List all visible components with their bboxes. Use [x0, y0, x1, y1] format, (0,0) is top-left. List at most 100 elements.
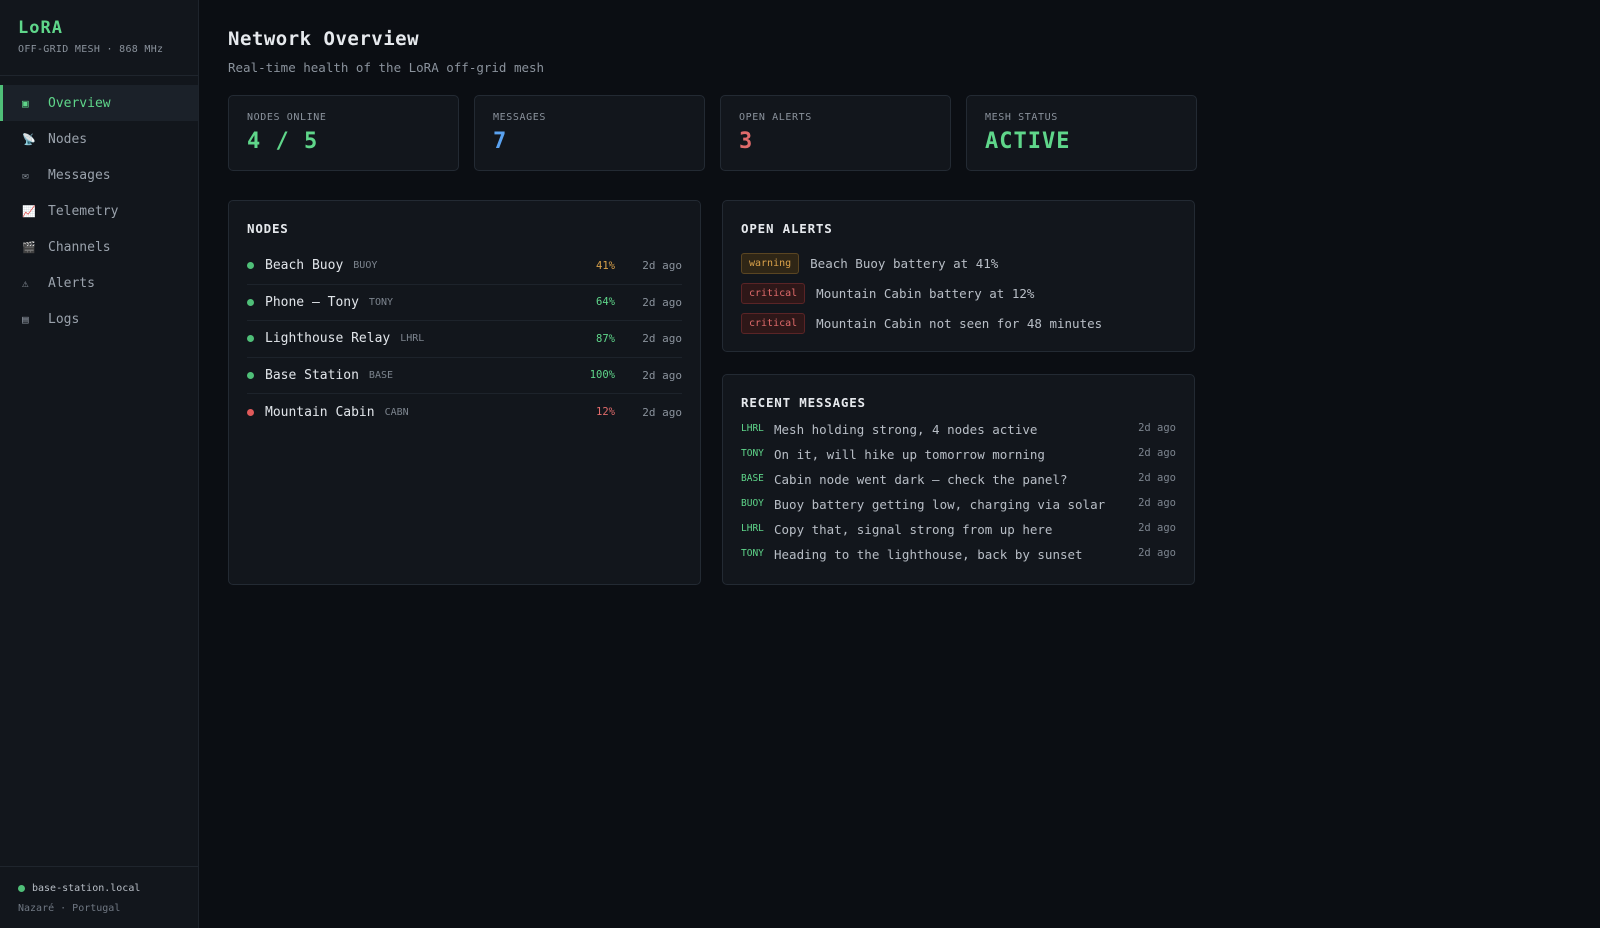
messages-list: LHRL Mesh holding strong, 4 nodes active 2…	[741, 422, 1176, 572]
message-time: 2d ago	[1138, 547, 1176, 559]
alert-row[interactable]: warning Beach Buoy battery at 41%	[741, 248, 1176, 278]
page-subtitle: Real-time health of the LoRA off-grid me…	[228, 60, 545, 75]
stat-card-open-alerts: OPEN ALERTS 3	[720, 95, 951, 171]
message-time: 2d ago	[1138, 472, 1176, 484]
sidebar-item-label: Logs	[48, 311, 80, 327]
stat-label: MESSAGES	[493, 112, 546, 123]
alert-row[interactable]: critical Mountain Cabin battery at 12%	[741, 278, 1176, 308]
node-name: Mountain Cabin	[265, 404, 375, 420]
node-row[interactable]: Base Station BASE 100% 2d ago	[247, 358, 682, 394]
alerts-panel-title: OPEN ALERTS	[741, 221, 833, 236]
sidebar-footer: base-station.local Nazaré · Portugal	[0, 866, 198, 928]
warning-icon: ⚠	[22, 276, 29, 290]
message-sender: TONY	[741, 448, 764, 459]
message-row[interactable]: TONY On it, will hike up tomorrow morning…	[741, 447, 1176, 472]
stat-value: 3	[739, 129, 754, 154]
stat-value: ACTIVE	[985, 129, 1071, 154]
node-battery: 64%	[596, 296, 615, 309]
message-sender: BASE	[741, 473, 764, 484]
node-row[interactable]: Mountain Cabin CABN 12% 2d ago	[247, 394, 682, 431]
sidebar-item-nodes[interactable]: 📡 Nodes	[0, 121, 198, 157]
node-battery: 41%	[596, 259, 615, 272]
message-row[interactable]: LHRL Copy that, signal strong from up her…	[741, 522, 1176, 547]
brand: LoRA OFF-GRID MESH · 868 MHz	[0, 0, 198, 76]
stat-label: MESH STATUS	[985, 112, 1058, 123]
node-code: LHRL	[400, 333, 425, 345]
stats-row: NODES ONLINE 4 / 5 MESSAGES 7 OPEN ALERTS 3 ME…	[228, 95, 1198, 171]
node-name: Beach Buoy	[265, 258, 344, 274]
message-time: 2d ago	[1138, 422, 1176, 434]
nodes-list: Beach Buoy BUOY 41% 2d ago Phone — Tony TONY 6…	[247, 248, 682, 431]
sidebar-item-telemetry[interactable]: 📈 Telemetry	[0, 193, 198, 229]
location-label: Nazaré · Portugal	[18, 903, 121, 914]
node-last-seen: 2d ago	[642, 259, 682, 273]
node-name: Base Station	[265, 367, 359, 383]
brand-title: LoRA	[18, 18, 63, 38]
node-battery: 87%	[596, 332, 615, 345]
message-row[interactable]: BASE Cabin node went dark — check the pan…	[741, 472, 1176, 497]
alert-text: Beach Buoy battery at 41%	[810, 255, 999, 271]
message-sender: BUOY	[741, 498, 764, 509]
overview-icon: ▣	[22, 96, 29, 110]
alerts-panel: OPEN ALERTS warning Beach Buoy battery at…	[722, 200, 1195, 352]
message-text: Copy that, signal strong from up here	[774, 522, 1053, 537]
node-status-dot	[247, 408, 254, 416]
node-row[interactable]: Beach Buoy BUOY 41% 2d ago	[247, 248, 682, 285]
node-code: TONY	[368, 296, 394, 308]
sidebar-item-label: Messages	[48, 167, 111, 183]
chart-icon: 📈	[22, 204, 36, 218]
sidebar-item-label: Nodes	[48, 131, 88, 147]
sidebar-nav: ▣ Overview 📡 Nodes ✉ Messages 📈 Telemetry 🎬 Chann…	[0, 85, 198, 337]
node-status-dot	[247, 335, 254, 343]
sidebar-item-messages[interactable]: ✉ Messages	[0, 157, 198, 193]
message-row[interactable]: TONY Heading to the lighthouse, back by s…	[741, 547, 1176, 572]
node-status-dot	[247, 262, 254, 270]
message-sender: LHRL	[741, 523, 764, 534]
stat-card-messages: MESSAGES 7	[474, 95, 705, 171]
message-time: 2d ago	[1138, 447, 1176, 459]
node-code: BUOY	[353, 260, 378, 272]
alert-severity-badge: critical	[741, 312, 806, 334]
messages-panel: RECENT MESSAGES LHRL Mesh holding strong,…	[722, 374, 1195, 585]
messages-panel-title: RECENT MESSAGES	[741, 395, 866, 410]
message-text: On it, will hike up tomorrow morning	[774, 447, 1045, 462]
stat-value: 7	[493, 129, 508, 154]
message-row[interactable]: LHRL Mesh holding strong, 4 nodes active 2…	[741, 422, 1176, 447]
message-time: 2d ago	[1138, 497, 1176, 509]
host-name: base-station.local	[32, 883, 141, 894]
message-sender: LHRL	[741, 423, 764, 434]
sidebar-item-channels[interactable]: 🎬 Channels	[0, 229, 198, 265]
satellite-dish-icon: 📡	[22, 132, 36, 146]
message-time: 2d ago	[1138, 522, 1176, 534]
node-last-seen: 2d ago	[642, 295, 682, 309]
stat-value: 4 / 5	[247, 129, 319, 154]
sidebar-item-alerts[interactable]: ⚠ Alerts	[0, 265, 198, 301]
node-code: BASE	[368, 369, 394, 381]
alert-text: Mountain Cabin battery at 12%	[816, 285, 1035, 301]
sidebar: LoRA OFF-GRID MESH · 868 MHz ▣ Overview 📡 N…	[0, 0, 199, 928]
message-row[interactable]: BUOY Buoy battery getting low, charging v…	[741, 497, 1176, 522]
alert-text: Mountain Cabin not seen for 48 minutes	[816, 315, 1103, 331]
sidebar-item-label: Channels	[48, 239, 111, 255]
stat-label: NODES ONLINE	[247, 112, 327, 123]
sidebar-item-overview[interactable]: ▣ Overview	[0, 85, 198, 121]
message-text: Heading to the lighthouse, back by sunse…	[774, 547, 1083, 562]
sidebar-item-logs[interactable]: ▤ Logs	[0, 301, 198, 337]
online-status-dot	[18, 885, 25, 892]
sidebar-item-label: Overview	[48, 95, 111, 111]
stat-card-nodes-online: NODES ONLINE 4 / 5	[228, 95, 459, 171]
host-status: base-station.local	[18, 883, 180, 894]
node-battery: 100%	[589, 369, 615, 382]
message-text: Cabin node went dark — check the panel?	[774, 472, 1068, 487]
node-status-dot	[247, 371, 254, 379]
alert-row[interactable]: critical Mountain Cabin not seen for 48 m…	[741, 308, 1176, 338]
message-sender: TONY	[741, 548, 764, 559]
alerts-list: warning Beach Buoy battery at 41% critical…	[741, 248, 1176, 338]
nodes-panel: NODES Beach Buoy BUOY 41% 2d ago Phone — Ton…	[228, 200, 701, 585]
envelope-icon: ✉	[22, 168, 29, 182]
node-row[interactable]: Lighthouse Relay LHRL 87% 2d ago	[247, 321, 682, 358]
sidebar-item-label: Alerts	[48, 275, 95, 291]
alert-severity-badge: warning	[741, 252, 800, 274]
node-row[interactable]: Phone — Tony TONY 64% 2d ago	[247, 285, 682, 321]
alert-severity-badge: critical	[741, 282, 806, 304]
